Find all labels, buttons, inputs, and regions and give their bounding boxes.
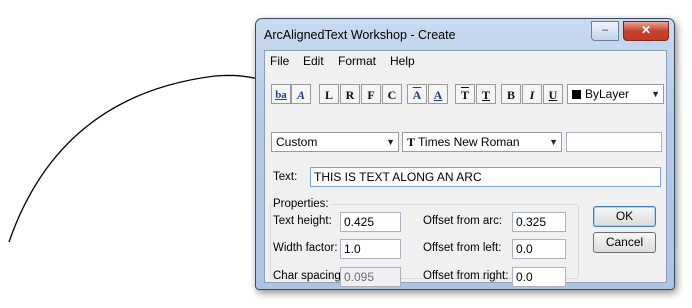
offset-left-field[interactable]: 0.0 [512,239,566,259]
close-button[interactable]: ✕ [623,21,669,41]
menu-bar: File Edit Format Help [265,51,666,71]
font-select-value: Times New Roman [418,135,520,149]
font-size-field[interactable] [566,132,662,152]
char-spacing-label: Char spacing: [273,270,344,282]
title-bar[interactable]: ArcAlignedText Workshop - Create – ✕ [256,19,674,50]
offset-left-label: Offset from left: [423,242,502,254]
offset-right-field[interactable]: 0.0 [512,267,566,287]
menu-help[interactable]: Help [390,54,415,68]
color-select-value: ByLayer [585,87,630,101]
char-spacing-field: 0.095 [340,267,401,287]
ok-button[interactable]: OK [593,206,656,227]
text-style-select[interactable]: Custom ▼ [271,132,399,152]
text-input[interactable]: THIS IS TEXT ALONG AN ARC [310,167,661,187]
color-select[interactable]: ByLayer ▼ [567,84,664,104]
align-center-icon[interactable]: C [382,84,402,104]
text-outward-icon[interactable]: T [455,84,475,104]
cancel-button[interactable]: Cancel [593,232,656,253]
align-left-icon[interactable]: L [319,84,339,104]
text-height-field[interactable]: 0.425 [340,212,401,232]
text-outside-arc-icon[interactable]: A [407,84,427,104]
properties-legend: Properties: [273,198,331,210]
offset-right-label: Offset from right: [423,270,509,282]
underline-icon[interactable]: U [543,84,563,104]
chevron-down-icon: ▼ [386,137,395,147]
close-icon: ✕ [640,23,652,37]
dialog-client: File Edit Format Help ba A L R F C A A T… [264,50,667,287]
align-right-icon[interactable]: R [340,84,360,104]
italic-icon[interactable]: I [522,84,542,104]
width-factor-field[interactable]: 1.0 [340,239,401,259]
window-title: ArcAlignedText Workshop - Create [264,28,456,42]
menu-file[interactable]: File [270,54,289,68]
text-along-arc-icon[interactable]: A [291,84,311,104]
bold-icon[interactable]: B [501,84,521,104]
minimize-button[interactable]: – [591,21,619,41]
dialog-window: ArcAlignedText Workshop - Create – ✕ Fil… [255,18,675,290]
color-swatch-icon [572,90,581,99]
text-inward-icon[interactable]: T [476,84,496,104]
align-fit-icon[interactable]: F [361,84,381,104]
menu-edit[interactable]: Edit [303,54,324,68]
text-height-label: Text height: [273,215,332,227]
minimize-icon: – [601,24,609,36]
font-type-icon: T [407,135,416,149]
text-direction-icon[interactable]: ba [271,84,291,104]
offset-arc-field[interactable]: 0.325 [512,212,566,232]
offset-arc-label: Offset from arc: [423,215,503,227]
text-label: Text: [273,171,298,183]
font-select[interactable]: T Times New Roman ▼ [402,132,562,152]
chevron-down-icon: ▼ [651,89,660,99]
menu-format[interactable]: Format [338,54,376,68]
chevron-down-icon: ▼ [549,137,558,147]
width-factor-label: Width factor: [273,242,338,254]
text-inside-arc-icon[interactable]: A [428,84,448,104]
text-style-value: Custom [276,135,318,149]
